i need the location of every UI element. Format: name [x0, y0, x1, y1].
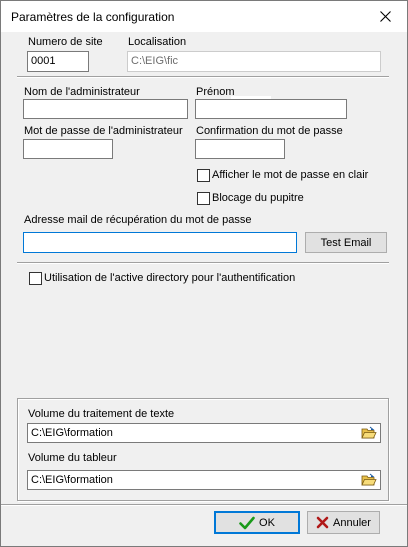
open-folder-icon	[361, 426, 377, 438]
recovery-email-field[interactable]	[23, 232, 297, 253]
spreadsheet-volume-field[interactable]: C:\EIG\formation	[27, 470, 381, 490]
section-divider	[17, 76, 389, 78]
site-number-field[interactable]: 0001	[27, 51, 89, 72]
admin-name-label: Nom de l'administrateur	[24, 86, 140, 98]
lock-desk-label: Blocage du pupitre	[212, 192, 304, 204]
dialog-title: Paramètres de la configuration	[11, 10, 175, 24]
firstname-label: Prénom	[196, 86, 235, 98]
lock-desk-checkbox[interactable]	[197, 192, 210, 205]
close-button[interactable]	[363, 1, 407, 32]
open-folder-icon	[361, 473, 377, 485]
cancel-x-icon	[316, 516, 329, 529]
check-icon	[239, 516, 255, 529]
admin-password-label: Mot de passe de l'administrateur	[24, 125, 183, 137]
location-label: Localisation	[128, 36, 187, 48]
active-directory-label: Utilisation de l'active directory pour l…	[44, 272, 296, 284]
firstname-field[interactable]	[195, 99, 347, 119]
recovery-email-label: Adresse mail de récupération du mot de p…	[24, 214, 252, 226]
cancel-button[interactable]: Annuler	[307, 511, 380, 534]
cancel-button-label: Annuler	[333, 516, 371, 529]
footer-divider	[1, 504, 407, 506]
confirm-password-label: Confirmation du mot de passe	[196, 125, 343, 137]
admin-password-field[interactable]	[23, 139, 113, 159]
admin-name-field[interactable]	[23, 99, 188, 119]
test-email-button-label: Test Email	[320, 236, 372, 249]
location-field: C:\EIG\fic	[127, 51, 381, 72]
test-email-button[interactable]: Test Email	[305, 232, 387, 253]
confirm-password-field[interactable]	[195, 139, 285, 159]
ok-button[interactable]: OK	[214, 511, 300, 534]
close-icon	[379, 11, 391, 22]
show-password-checkbox[interactable]	[197, 169, 210, 182]
text-volume-field[interactable]: C:\EIG\formation	[27, 423, 381, 443]
ok-button-label: OK	[259, 516, 275, 529]
title-bar[interactable]: Paramètres de la configuration	[1, 1, 407, 32]
browse-text-volume-button[interactable]	[359, 424, 379, 441]
browse-spreadsheet-volume-button[interactable]	[359, 471, 379, 488]
active-directory-checkbox[interactable]	[29, 272, 42, 285]
configuration-dialog: Paramètres de la configuration Numero de…	[0, 0, 408, 547]
spreadsheet-volume-label: Volume du tableur	[28, 452, 117, 464]
show-password-label: Afficher le mot de passe en clair	[212, 169, 369, 181]
text-volume-label: Volume du traitement de texte	[28, 408, 175, 420]
section-divider	[17, 262, 389, 264]
site-number-label: Numero de site	[28, 36, 103, 48]
